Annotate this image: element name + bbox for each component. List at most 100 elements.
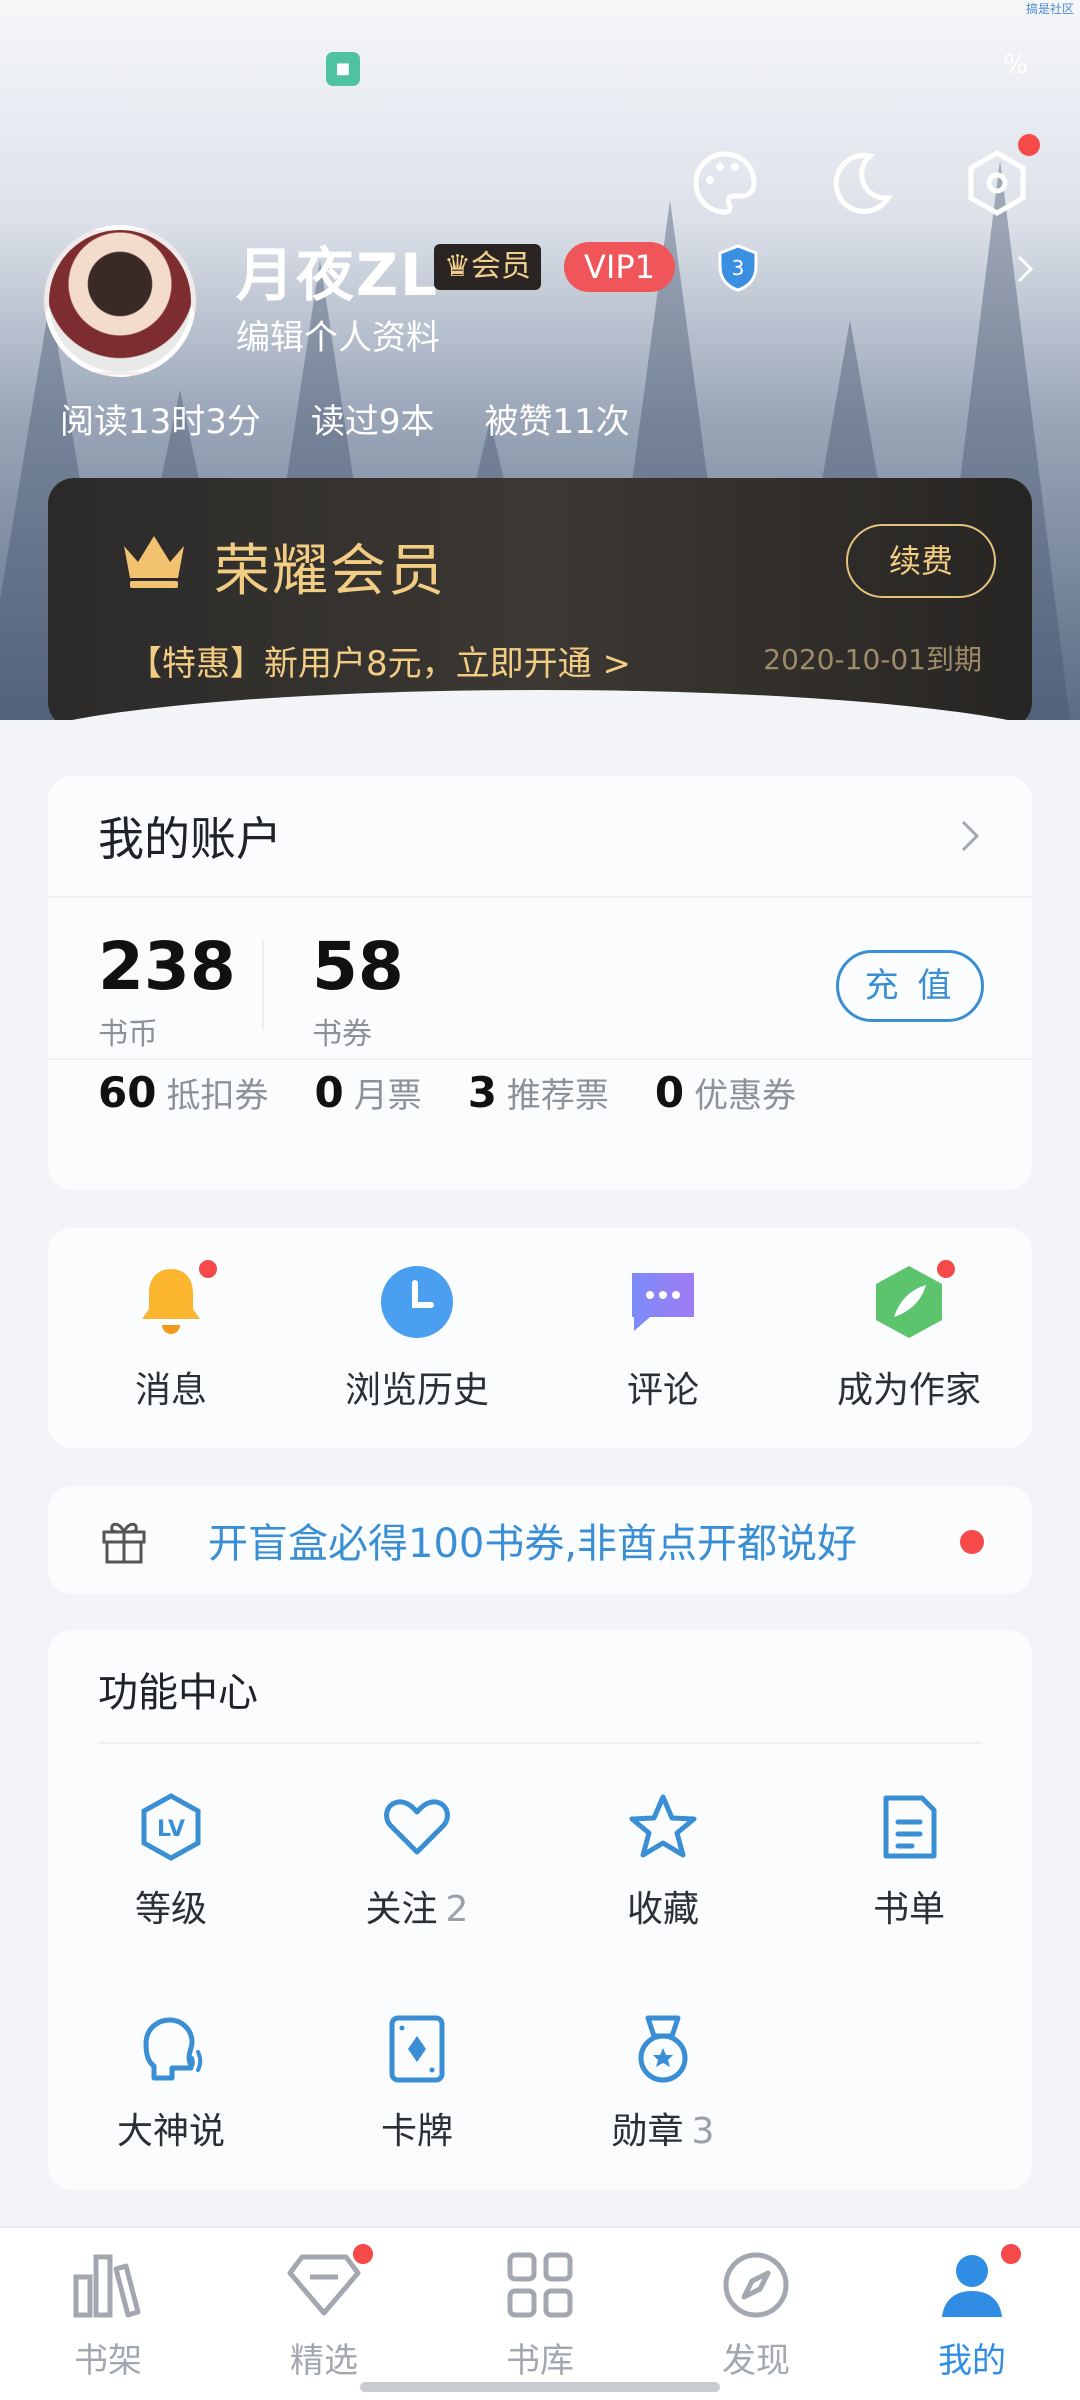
stat-books-read: 读过9本 [310,402,435,442]
follow-entry[interactable]: 关注 2 [294,1792,540,1932]
quick-label: 评论 [626,1370,699,1411]
tab-discover[interactable]: 发现 [648,2228,864,2400]
tab-label: 发现 [722,2340,790,2381]
tab-label: 我的 [938,2340,1006,2381]
stat-likes: 被赞11次 [484,402,630,442]
night-mode-moon-icon[interactable] [818,140,904,226]
ticket-value: 60 [98,1068,157,1117]
account-title: 我的账户 [98,812,282,866]
notification-dot [960,1530,984,1554]
blind-box-banner[interactable]: 开盲盒必得100书券,非酋点开都说好 [48,1486,1032,1594]
vip-promo-link[interactable]: 【特惠】新用户8元，立即开通 > [128,636,631,685]
function-label: 等级 [134,1889,207,1930]
coins-label: 书币 [98,1017,158,1052]
bottom-tab-bar: 书架 精选 书库 发现 我的 [0,2226,1080,2400]
notification-dot [998,2240,1024,2267]
profile-header: ◼ % 搞是社区 月夜ZL ♛会员 VIP1 3 编辑个人资料 阅读13时3分 … [0,0,1080,720]
notification-dot [196,1257,220,1281]
vouchers-label: 书券 [312,1017,372,1052]
account-balance: 238 书币 58 书券 充 值 [48,900,1032,1060]
account-card: 我的账户 238 书币 58 书券 充 值 60 抵扣券 0 月票 3 推荐票 0 优惠… [48,776,1032,1190]
battery-indicator: % [1003,50,1028,80]
edit-profile-link[interactable]: 编辑个人资料 [236,310,440,359]
quick-label: 消息 [134,1370,207,1411]
crown-icon [124,536,184,588]
medal-count: 3 [691,2111,715,2152]
medals-entry[interactable]: 勋章 3 [540,2014,786,2154]
heart-icon [384,1799,450,1855]
ticket-value: 3 [467,1068,497,1117]
tab-bookshelf[interactable]: 书架 [0,2228,216,2400]
person-icon [934,2240,1024,2323]
compass-icon [723,2252,789,2317]
tab-me[interactable]: 我的 [864,2228,1080,2400]
gift-icon [102,1522,146,1564]
comment-icon [624,1263,702,1341]
vip-card[interactable]: 荣耀会员 续费 【特惠】新用户8元，立即开通 > 2020-10-01到期 [48,478,1032,720]
tab-library[interactable]: 书库 [432,2228,648,2400]
notification-dot [1018,134,1040,156]
card-icon [389,2015,445,2083]
function-label: 卡牌 [380,2111,453,2152]
bookshelf-icon [73,2254,141,2317]
svg-text:LV: LV [157,1817,185,1842]
divider [262,940,264,1030]
favorites-entry[interactable]: 收藏 [540,1792,786,1932]
chevron-right-icon [961,820,980,852]
recharge-button[interactable]: 充 值 [836,950,984,1022]
reading-stats: 阅读13时3分 读过9本 被赞11次 [60,394,630,443]
status-bar: ◼ % 搞是社区 [0,0,1080,110]
grid-icon [507,2252,573,2317]
become-author-entry[interactable]: 成为作家 [786,1228,1032,1448]
notification-dot [350,2240,376,2267]
coins-balance[interactable]: 238 书币 [98,900,236,1053]
tab-label: 书架 [74,2340,142,2381]
tab-label: 精选 [290,2340,358,2381]
account-header[interactable]: 我的账户 [48,776,1032,898]
ticket-label: 优惠券 [694,1076,797,1116]
level-entry[interactable]: LV 等级 [48,1792,294,1932]
diamond-icon [286,2240,376,2323]
history-entry[interactable]: 浏览历史 [294,1228,540,1448]
quick-label: 浏览历史 [344,1370,489,1411]
quick-label: 成为作家 [836,1370,981,1411]
vouchers-balance[interactable]: 58 书券 [312,900,404,1053]
banner-text: 开盲盒必得100书券,非酋点开都说好 [208,1521,858,1567]
function-label: 书单 [872,1889,945,1930]
vouchers-value: 58 [312,928,404,1005]
follow-count: 2 [445,1889,469,1930]
ticket-monthly[interactable]: 0 月票 [314,1068,421,1117]
medal-icon [638,2015,688,2083]
messages-entry[interactable]: 消息 [48,1228,294,1448]
settings-hex-icon[interactable] [954,134,1040,226]
ticket-recommend[interactable]: 3 推荐票 [468,1068,609,1117]
function-center-title: 功能中心 [98,1670,258,1716]
vip-expire-date: 2020-10-01到期 [763,643,982,676]
function-label: 勋章 3 [611,2111,715,2152]
level-icon: LV [141,1793,201,1861]
app-notification-icon: ◼ [326,52,360,86]
function-label: 关注 2 [365,1889,469,1930]
shield-level-number: 3 [732,256,745,280]
clock-icon [378,1263,456,1341]
user-name: 月夜ZL [236,241,440,309]
renew-button[interactable]: 续费 [846,524,996,598]
tab-featured[interactable]: 精选 [216,2228,432,2400]
booklist-entry[interactable]: 书单 [786,1792,1032,1932]
great-master-entry[interactable]: 大神说 [48,2014,294,2154]
vip-card-title: 荣耀会员 [214,539,446,604]
booklist-icon [883,1795,937,1859]
theme-palette-icon[interactable] [682,140,768,226]
comments-entry[interactable]: 评论 [540,1228,786,1448]
function-label: 收藏 [626,1889,699,1930]
bell-icon [132,1257,220,1341]
ticket-coupon[interactable]: 0 优惠券 [655,1068,796,1117]
profile-chevron-right-icon[interactable] [1010,254,1040,284]
avatar[interactable] [44,225,196,377]
coins-value: 238 [98,928,236,1005]
cards-entry[interactable]: 卡牌 [294,2014,540,2154]
ticket-list: 60 抵扣券 0 月票 3 推荐票 0 优惠券 [98,1068,796,1117]
stat-reading-time: 阅读13时3分 [60,402,261,442]
ticket-deduction[interactable]: 60 抵扣券 [98,1068,268,1117]
home-indicator[interactable] [360,2382,720,2392]
